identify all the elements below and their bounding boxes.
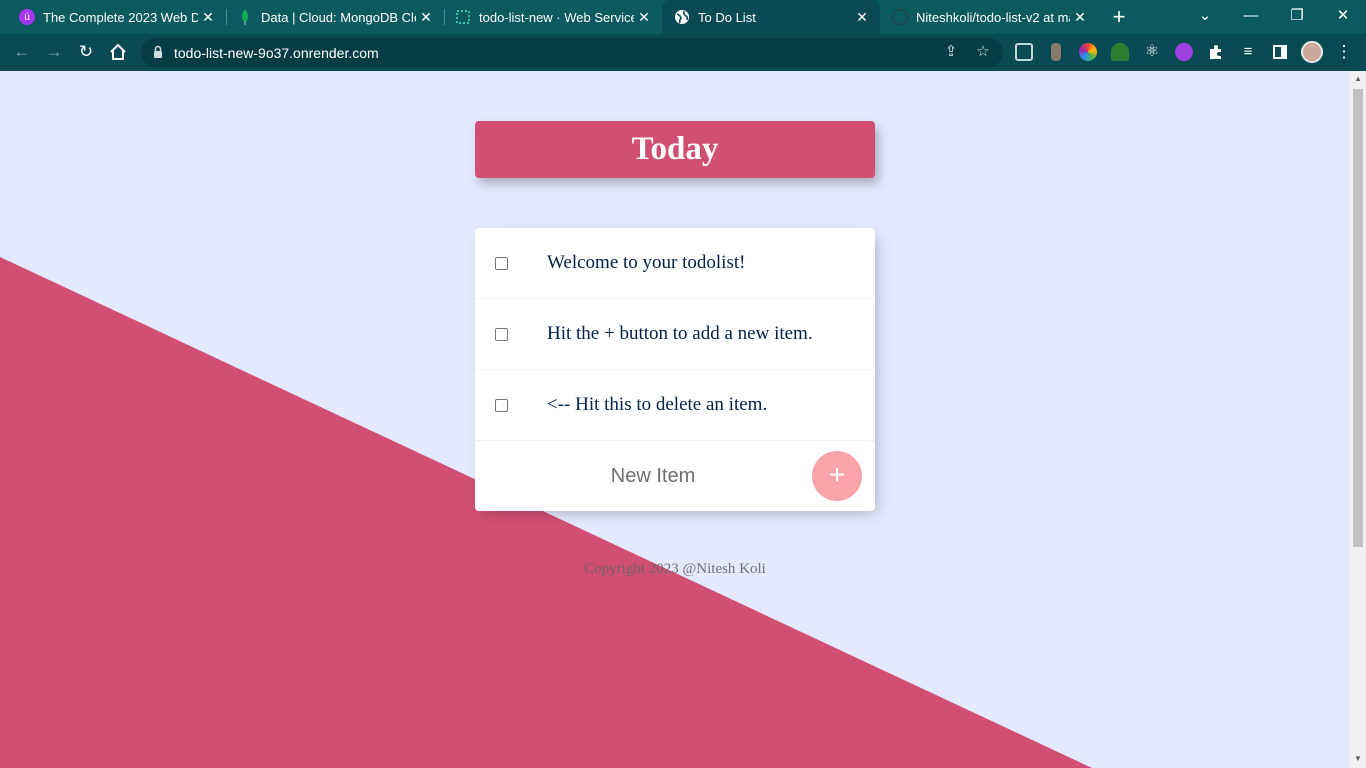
back-button[interactable]: ← [10,40,34,64]
list-item: Welcome to your todolist! [475,228,875,299]
render-icon [455,9,471,25]
extension-tree-icon[interactable] [1111,43,1129,61]
tab-udemy[interactable]: ú The Complete 2023 Web Dev ✕ [0,0,226,34]
page-viewport: Today Welcome to your todolist! Hit the … [0,71,1350,768]
tab-github[interactable]: Niteshkoli/todo-list-v2 at ma ✕ [880,0,1098,34]
item-text: <-- Hit this to delete an item. [547,394,768,415]
extension-purple-icon[interactable] [1175,43,1193,61]
share-icon[interactable]: ⇪ [941,42,961,62]
scroll-up-arrow-icon[interactable]: ▲ [1354,75,1362,83]
new-item-input[interactable]: New Item [495,458,811,494]
media-control-icon[interactable]: ≡ [1236,40,1260,64]
lock-icon [153,45,163,59]
tab-strip: ú The Complete 2023 Web Dev ✕ Data | Clo… [0,0,1366,34]
reload-button[interactable]: ↻ [74,40,98,64]
page-heading-box: Today [475,121,875,178]
browser-toolbar: ← → ↻ todo-list-new-9o37.onrender.com ⇪ … [0,34,1366,71]
extension-bottle-icon[interactable] [1051,43,1061,61]
restore-button[interactable]: ❐ [1274,0,1320,34]
mongodb-leaf-icon [237,9,253,25]
list-item: Hit the + button to add a new item. [475,299,875,370]
extensions-puzzle-icon[interactable] [1204,40,1228,64]
url-text: todo-list-new-9o37.onrender.com [174,45,379,61]
close-icon[interactable]: ✕ [198,9,218,26]
menu-kebab-icon[interactable]: ⋮ [1332,40,1356,64]
github-icon [892,9,908,25]
close-window-button[interactable]: ✕ [1320,0,1366,34]
tab-title: Data | Cloud: MongoDB Clou [261,9,416,25]
item-text: Hit the + button to add a new item. [547,323,813,344]
tab-mongodb[interactable]: Data | Cloud: MongoDB Clou ✕ [218,0,444,34]
close-icon[interactable]: ✕ [852,9,872,26]
scroll-down-arrow-icon[interactable]: ▼ [1354,755,1362,763]
close-icon[interactable]: ✕ [416,9,436,26]
close-icon[interactable]: ✕ [634,9,654,26]
tab-search-icon[interactable]: ⌄ [1182,0,1228,34]
item-checkbox[interactable] [495,399,508,412]
minimize-button[interactable]: — [1228,0,1274,34]
close-icon[interactable]: ✕ [1070,9,1090,26]
extension-window-icon[interactable] [1015,43,1033,61]
globe-icon [674,9,690,25]
page-scrollbar[interactable]: ▲ ▼ [1350,71,1366,768]
tab-render[interactable]: todo-list-new · Web Service ✕ [436,0,662,34]
profile-avatar[interactable] [1301,41,1323,63]
new-tab-button[interactable]: + [1108,4,1130,30]
todo-list-box: Welcome to your todolist! Hit the + butt… [475,228,875,511]
page-title: Today [631,131,719,167]
add-item-button[interactable]: + [812,451,862,501]
new-item-form: New Item + [475,441,875,511]
bookmark-star-icon[interactable]: ☆ [973,42,993,62]
item-checkbox[interactable] [495,257,508,270]
item-text: Welcome to your todolist! [547,252,746,273]
extension-colorful-icon[interactable] [1079,43,1097,61]
forward-button[interactable]: → [42,40,66,64]
react-devtools-icon[interactable]: ⚛ [1140,40,1164,64]
udemy-icon: ú [19,9,35,25]
item-checkbox[interactable] [495,328,508,341]
address-bar[interactable]: todo-list-new-9o37.onrender.com ⇪ ☆ [141,38,1003,67]
footer-copyright: Copyright 2023 @Nitesh Koli [584,561,766,577]
tab-title: To Do List [698,9,756,25]
home-button[interactable] [106,40,130,64]
tab-title: todo-list-new · Web Service [479,9,634,25]
tab-title: Niteshkoli/todo-list-v2 at ma [916,9,1070,25]
tab-title: The Complete 2023 Web Dev [43,9,198,25]
list-item: <-- Hit this to delete an item. [475,370,875,441]
side-panel-icon[interactable] [1268,40,1292,64]
tab-todo-list[interactable]: To Do List ✕ [662,0,880,34]
scrollbar-thumb[interactable] [1353,89,1363,547]
